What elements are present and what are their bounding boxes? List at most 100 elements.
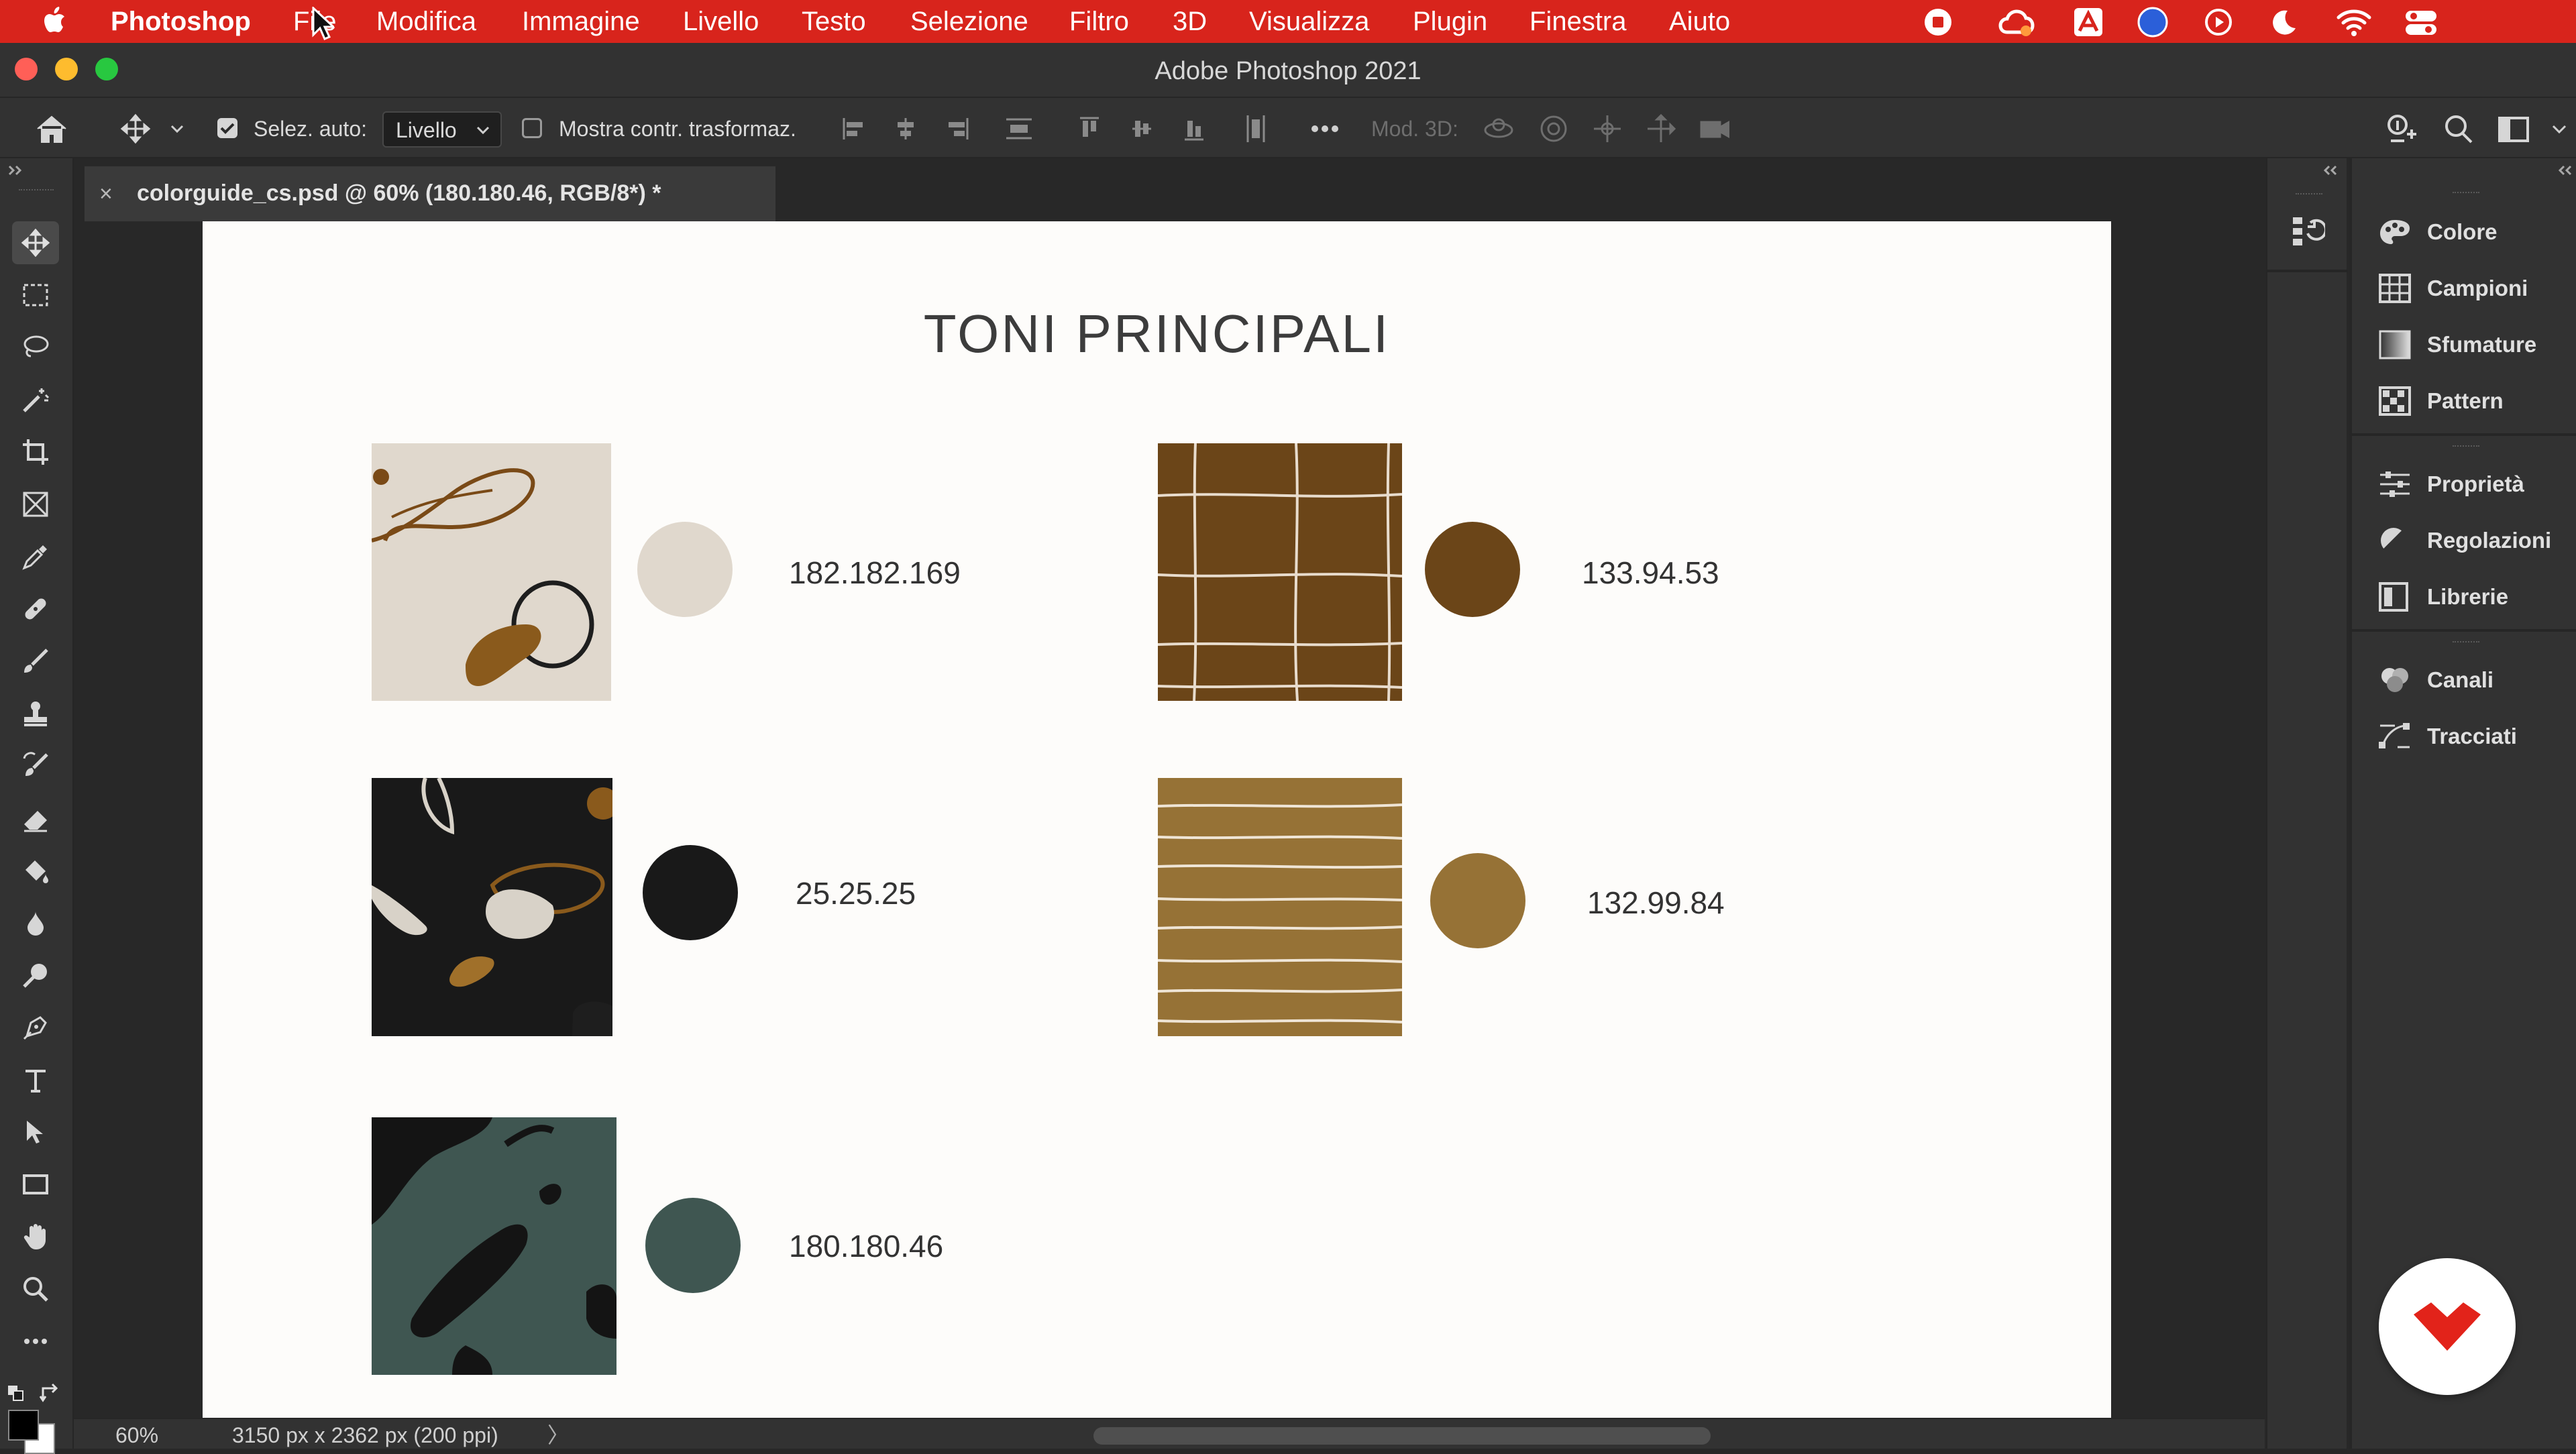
menu-3d[interactable]: 3D [1173,5,1207,38]
panel-grip[interactable] [2453,192,2479,196]
align-center-h-icon[interactable] [892,113,919,145]
status-menu-arrow[interactable]: 〉 [547,1423,569,1447]
scale-3d-icon[interactable] [1699,113,1733,145]
panel-proprieta[interactable]: Proprietà [2369,460,2576,508]
panel-pattern[interactable]: Pattern [2369,377,2576,425]
menu-aiuto[interactable]: Aiuto [1669,5,1730,38]
panel-sfumature[interactable]: Sfumature [2369,321,2576,369]
type-tool[interactable] [12,1058,59,1101]
swatch-image-beige[interactable] [372,443,611,701]
search-icon[interactable] [2442,113,2475,145]
menu-livello[interactable]: Livello [683,5,759,38]
menu-visualizza[interactable]: Visualizza [1249,5,1369,38]
align-top-icon[interactable] [1076,113,1103,145]
panel-campioni[interactable]: Campioni [2369,264,2576,313]
edit-toolbar[interactable] [12,1320,59,1363]
align-bottom-icon[interactable] [1181,113,1208,145]
panel-regolazioni[interactable]: Regolazioni [2369,516,2576,565]
chevron-down-icon[interactable] [168,113,186,145]
healing-brush-tool[interactable] [12,588,59,630]
panel-grip[interactable] [19,189,54,193]
panel-grip[interactable] [2296,193,2322,197]
menu-plugin[interactable]: Plugin [1413,5,1487,38]
crop-tool[interactable] [12,431,59,473]
menu-immagine[interactable]: Immagine [522,5,640,38]
orbit-3d-icon[interactable] [1481,113,1516,145]
adobe-acrobat-icon[interactable] [2073,7,2104,38]
play-icon[interactable] [2203,7,2234,38]
swatch-image-green[interactable] [372,1117,616,1375]
menu-testo[interactable]: Testo [802,5,866,38]
path-selection-tool[interactable] [12,1111,59,1154]
distribute-h-icon[interactable] [1004,113,1034,145]
move-tool[interactable] [12,221,59,264]
horizontal-scrollbar[interactable] [1093,1427,1711,1445]
record-icon[interactable] [1923,7,1953,38]
swatch-image-black[interactable] [372,778,612,1036]
history-brush-tool[interactable] [12,744,59,787]
lasso-tool[interactable] [12,326,59,369]
slide-3d-icon[interactable] [1645,113,1677,145]
frame-tool[interactable] [12,483,59,526]
pen-tool[interactable] [12,1006,59,1049]
magic-wand-tool[interactable] [12,378,59,421]
swap-colors-icon[interactable] [39,1383,62,1403]
close-tab-button[interactable]: × [99,182,113,205]
chevron-down-icon[interactable] [2549,113,2569,145]
move-tool-icon[interactable] [118,113,153,145]
menu-selezione[interactable]: Selezione [910,5,1028,38]
document-canvas[interactable]: TONI PRINCIPALI 182.182.169 133.94.53 25… [203,221,2111,1418]
distribute-v-icon[interactable] [1242,113,1269,145]
more-icon[interactable] [1308,113,1342,145]
siri-icon[interactable] [2137,7,2168,38]
auto-select-checkbox[interactable] [217,118,237,138]
hand-tool[interactable] [12,1215,59,1258]
panel-grip[interactable] [2453,641,2479,645]
rectangle-tool[interactable] [12,1163,59,1206]
apple-icon[interactable] [39,4,71,39]
collapse-left-icon[interactable] [2318,164,2339,177]
zoom-tool[interactable] [12,1268,59,1310]
panel-tracciati[interactable]: Tracciati [2369,712,2576,761]
foreground-color-swatch[interactable] [8,1410,39,1441]
align-left-icon[interactable] [840,113,867,145]
dodge-tool[interactable] [12,954,59,997]
collapse-left-icon[interactable] [2553,164,2573,177]
align-right-icon[interactable] [945,113,971,145]
pan-3d-icon[interactable] [1591,113,1623,145]
control-center-icon[interactable] [2403,7,2439,38]
zoom-level[interactable]: 60% [115,1423,158,1447]
menu-finestra[interactable]: Finestra [1529,5,1627,38]
align-middle-v-icon[interactable] [1128,113,1155,145]
history-panel-icon[interactable] [2290,213,2325,248]
blur-tool[interactable] [12,901,59,944]
workspace-icon[interactable] [2497,113,2534,145]
eraser-tool[interactable] [12,797,59,840]
share-icon[interactable] [2381,113,2419,145]
panel-canali[interactable]: Canali [2369,656,2576,704]
moon-icon[interactable] [2267,7,2298,38]
creative-cloud-icon[interactable] [1998,7,2035,38]
eyedropper-tool[interactable] [12,535,59,578]
paint-bucket-tool[interactable] [12,849,59,892]
canvas-area[interactable]: TONI PRINCIPALI 182.182.169 133.94.53 25… [74,221,2265,1418]
wifi-icon[interactable] [2336,7,2372,38]
default-colors-icon[interactable] [7,1384,27,1404]
roll-3d-icon[interactable] [1538,113,1570,145]
swatch-image-ochre[interactable] [1158,778,1402,1036]
menu-app-photoshop[interactable]: Photoshop [111,5,251,38]
document-tab[interactable]: × colorguide_cs.psd @ 60% (180.180.46, R… [85,166,775,221]
menu-filtro[interactable]: Filtro [1069,5,1129,38]
home-icon[interactable] [34,113,70,145]
swatch-image-brown[interactable] [1158,443,1402,701]
clone-stamp-tool[interactable] [12,692,59,735]
brush-tool[interactable] [12,640,59,683]
panel-librerie[interactable]: Librerie [2369,573,2576,621]
panel-grip[interactable] [2453,445,2479,449]
menu-modifica[interactable]: Modifica [376,5,476,38]
panel-colore[interactable]: Colore [2369,208,2576,256]
expand-panel-icon[interactable] [7,164,27,177]
show-transform-checkbox[interactable] [522,118,542,138]
rectangular-marquee-tool[interactable] [12,274,59,317]
auto-select-target-dropdown[interactable]: Livello [382,111,502,148]
